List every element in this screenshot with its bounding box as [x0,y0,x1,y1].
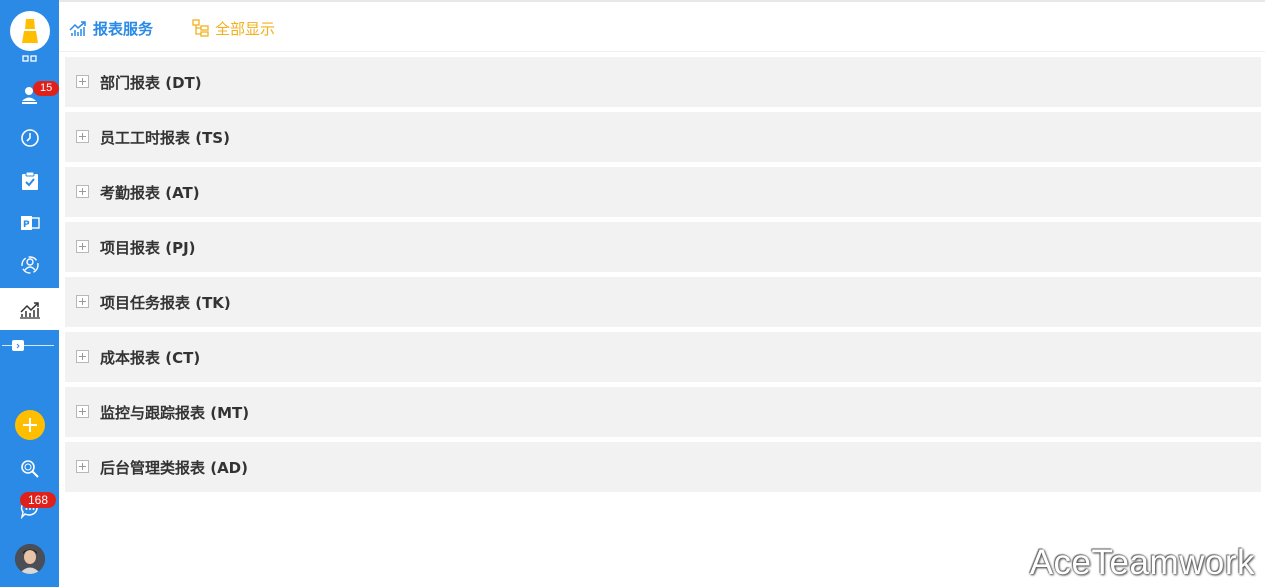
expand-plus-icon[interactable] [76,350,89,363]
add-button[interactable] [15,410,45,440]
show-all-button[interactable]: 全部显示 [192,17,275,39]
sidebar-item-projects[interactable]: P [0,202,59,244]
watermark: AceTeamwork [1029,543,1255,582]
expand-plus-icon[interactable] [76,295,89,308]
clipboard-check-icon [21,171,38,190]
report-row-label: 成本报表 (CT) [100,349,201,367]
sidebar-item-tasks[interactable] [0,160,59,202]
report-row-label: 项目报表 (PJ) [100,239,196,257]
report-row-at[interactable]: 考勤报表 (AT) [65,167,1261,217]
sidebar: 15 P 168 [0,0,60,587]
app-root: 15 P 168 报表服务 全部显示 部门报表 (DT) 员工工时报表 (TS)… [0,0,1265,587]
expand-plus-icon[interactable] [76,460,89,473]
expand-plus-icon[interactable] [76,185,89,198]
expand-plus-icon[interactable] [76,75,89,88]
chart-icon [19,302,40,319]
report-row-ct[interactable]: 成本报表 (CT) [65,332,1261,382]
approvals-badge: 15 [33,81,60,96]
report-row-label: 监控与跟踪报表 (MT) [100,404,250,422]
project-icon: P [20,216,40,230]
avatar[interactable] [15,544,45,574]
report-list: 部门报表 (DT) 员工工时报表 (TS) 考勤报表 (AT) 项目报表 (PJ… [65,57,1261,497]
tree-icon [192,19,209,37]
report-row-dt[interactable]: 部门报表 (DT) [65,57,1261,107]
messages-button[interactable]: 168 [0,488,59,530]
chevron-right-icon [16,343,20,348]
chart-icon [69,21,86,36]
svg-text:P: P [23,220,30,230]
clock-icon [20,129,39,147]
report-row-pj[interactable]: 项目报表 (PJ) [65,222,1261,272]
sidebar-item-timesheet[interactable] [0,117,59,159]
sidebar-divider [2,345,54,346]
sidebar-item-dashboard[interactable] [0,48,59,68]
sidebar-item-team[interactable] [0,244,59,286]
report-row-label: 考勤报表 (AT) [100,184,200,202]
report-row-mt[interactable]: 监控与跟踪报表 (MT) [65,387,1261,437]
plus-icon [23,418,37,432]
report-row-ad[interactable]: 后台管理类报表 (AD) [65,442,1261,492]
report-row-tk[interactable]: 项目任务报表 (TK) [65,277,1261,327]
report-service-tab[interactable]: 报表服务 [69,17,153,39]
report-row-label: 项目任务报表 (TK) [100,294,231,312]
toolbar: 报表服务 全部显示 [59,2,1265,52]
report-row-label: 后台管理类报表 (AD) [100,459,248,477]
messages-badge: 168 [20,492,57,508]
search-button[interactable] [0,448,59,490]
expand-plus-icon[interactable] [76,405,89,418]
report-row-label: 部门报表 (DT) [100,74,202,92]
sidebar-collapse-button[interactable] [12,340,24,351]
search-icon [20,460,39,478]
grid-icon [21,55,37,62]
expand-plus-icon[interactable] [76,240,89,253]
sidebar-item-reports[interactable] [0,288,59,330]
sidebar-item-approvals[interactable]: 15 [0,74,60,116]
user-avatar-icon [15,544,45,574]
report-row-label: 员工工时报表 (TS) [100,129,230,147]
expand-plus-icon[interactable] [76,130,89,143]
report-service-label: 报表服务 [93,19,154,38]
show-all-label: 全部显示 [215,19,276,38]
app-logo[interactable] [10,11,50,51]
team-icon [20,256,39,274]
report-row-ts[interactable]: 员工工时报表 (TS) [65,112,1261,162]
